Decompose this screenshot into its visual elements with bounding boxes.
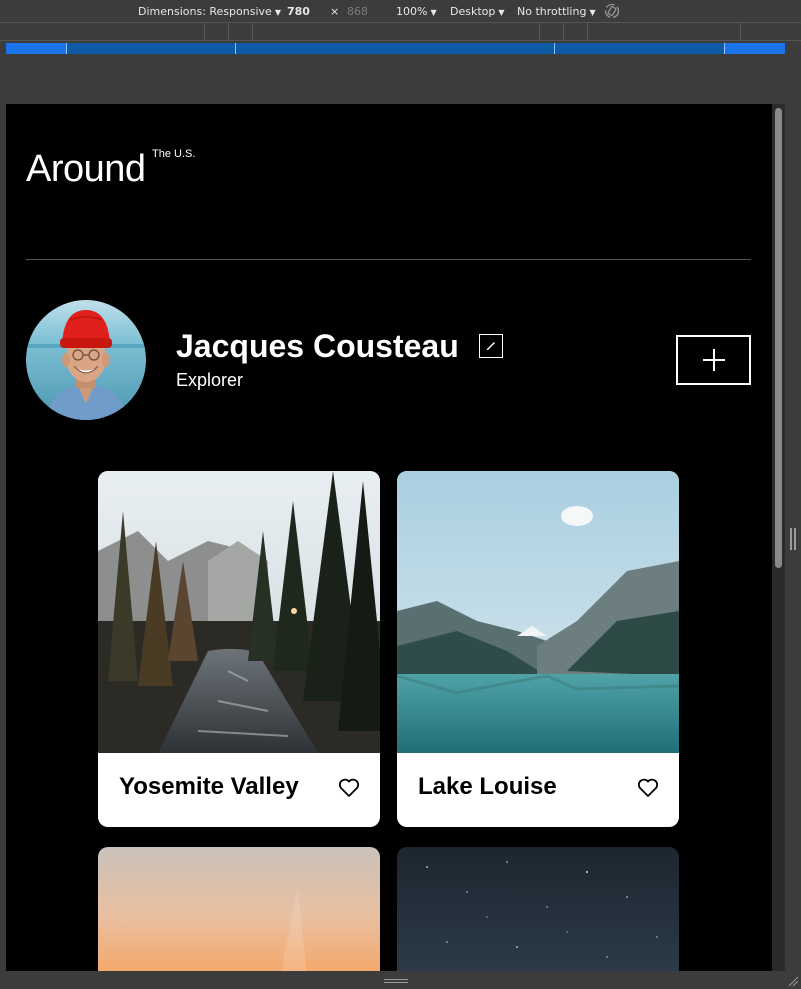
scrollbar-thumb[interactable] [775, 108, 782, 568]
avatar-photo [26, 300, 146, 420]
like-button[interactable] [637, 778, 659, 798]
media-query-segment[interactable] [725, 43, 785, 54]
card-title: Yosemite Valley [119, 773, 299, 800]
place-card: Lake Louise [397, 471, 679, 827]
media-query-segment[interactable] [67, 43, 235, 54]
chevron-down-icon: ▼ [274, 8, 281, 17]
chevron-down-icon: ▼ [430, 8, 437, 17]
place-card-partial[interactable] [98, 847, 380, 971]
card-title: Lake Louise [418, 773, 557, 800]
ruler-bar [0, 23, 801, 41]
ruler-tick [252, 23, 253, 41]
ruler-tick [563, 23, 564, 41]
page-viewport: Around The U.S. Jacques Cousteau Explore… [6, 104, 772, 971]
ruler-tick [539, 23, 540, 41]
like-button[interactable] [338, 778, 360, 798]
devtools-device-toolbar: Dimensions: Responsive ▼ 780 × 868 100% ▼ … [0, 0, 801, 23]
media-query-segment[interactable] [236, 43, 554, 54]
pencil-icon [486, 342, 495, 351]
width-input[interactable]: 780 [287, 5, 310, 18]
media-query-segment[interactable] [555, 43, 724, 54]
card-image-night-sky [397, 847, 679, 971]
zoom-dropdown[interactable]: 100% ▼ [396, 5, 437, 18]
profile-name: Jacques Cousteau [176, 328, 459, 364]
ruler-tick [204, 23, 205, 41]
place-card: Yosemite Valley [98, 471, 380, 827]
chevron-down-icon: ▼ [498, 8, 505, 17]
dimensions-dropdown[interactable]: Dimensions: Responsive ▼ [138, 5, 281, 18]
dimensions-label: Dimensions: Responsive [138, 5, 272, 18]
card-image-sunset [98, 847, 380, 971]
times-sign: × [330, 5, 340, 18]
avatar[interactable] [26, 300, 146, 420]
media-query-segment[interactable] [6, 43, 66, 54]
device-type-dropdown[interactable]: Desktop ▼ [450, 5, 505, 18]
heart-icon [637, 778, 659, 797]
chevron-down-icon: ▼ [589, 8, 596, 17]
zoom-label: 100% [396, 5, 428, 18]
media-query-bar [0, 41, 801, 57]
resize-handle-bottom[interactable] [384, 979, 408, 983]
edit-profile-button[interactable] [479, 334, 503, 358]
site-logo[interactable]: Around The U.S. [26, 148, 195, 191]
card-image-yosemite[interactable] [98, 471, 380, 753]
card-image-lake-louise[interactable] [397, 471, 679, 753]
ruler-tick [228, 23, 229, 41]
resize-handle-right[interactable] [790, 528, 796, 550]
add-place-button[interactable] [676, 335, 751, 385]
height-input[interactable]: 868 [347, 5, 368, 18]
rotate-icon[interactable] [603, 2, 621, 23]
place-card-partial[interactable] [397, 847, 679, 971]
logo-main-text: Around [26, 148, 146, 190]
heart-icon [338, 778, 360, 797]
device-type-label: Desktop [450, 5, 496, 18]
profile-job: Explorer [176, 370, 244, 390]
throttling-dropdown[interactable]: No throttling ▼ [517, 5, 596, 18]
logo-sup-text: The U.S. [152, 148, 196, 160]
throttling-label: No throttling [517, 5, 587, 18]
ruler-tick [587, 23, 588, 41]
plus-icon [702, 349, 725, 371]
resize-corner-icon[interactable] [787, 975, 799, 987]
header-divider [26, 259, 751, 260]
ruler-tick [740, 23, 741, 41]
